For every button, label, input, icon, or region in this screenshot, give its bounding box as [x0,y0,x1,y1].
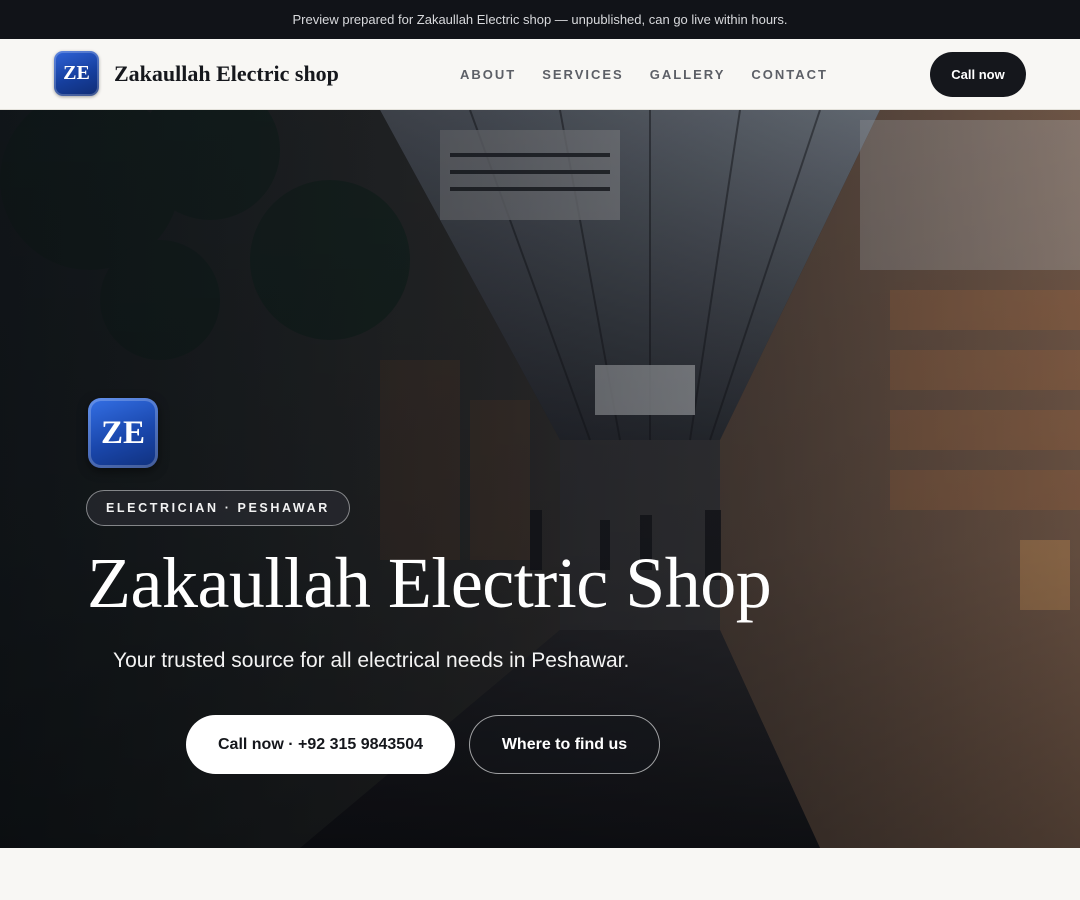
nav-link-gallery[interactable]: GALLERY [650,67,726,82]
find-us-button[interactable]: Where to find us [469,715,660,774]
hero-logo-text: ZE [100,414,146,451]
preview-banner-text: Preview prepared for Zakaullah Electric … [292,12,788,27]
hero-section: ZE ELECTRICIAN · PESHAWAR Zakaullah Elec… [0,110,1080,848]
main-nav: ABOUT SERVICES GALLERY CONTACT [460,67,828,82]
nav-link-about[interactable]: ABOUT [460,67,516,82]
category-badge-text: ELECTRICIAN · PESHAWAR [106,501,330,515]
nav-link-services[interactable]: SERVICES [542,67,624,82]
header-call-button[interactable]: Call now [930,52,1026,97]
preview-banner: Preview prepared for Zakaullah Electric … [0,0,1080,39]
brand[interactable]: ZE Zakaullah Electric shop [54,51,339,96]
hero-title: Zakaullah Electric Shop [87,543,772,623]
site-header: ZE Zakaullah Electric shop ABOUT SERVICE… [0,39,1080,110]
category-badge: ELECTRICIAN · PESHAWAR [86,490,350,526]
brand-name: Zakaullah Electric shop [114,60,339,86]
brand-logo-text: ZE [63,62,90,84]
hero-subtitle: Your trusted source for all electrical n… [113,649,630,672]
hero-logo: ZE [88,398,158,468]
call-now-button[interactable]: Call now · +92 315 9843504 [186,715,455,774]
brand-logo: ZE [54,51,99,96]
nav-link-contact[interactable]: CONTACT [751,67,828,82]
next-section [0,848,1080,900]
